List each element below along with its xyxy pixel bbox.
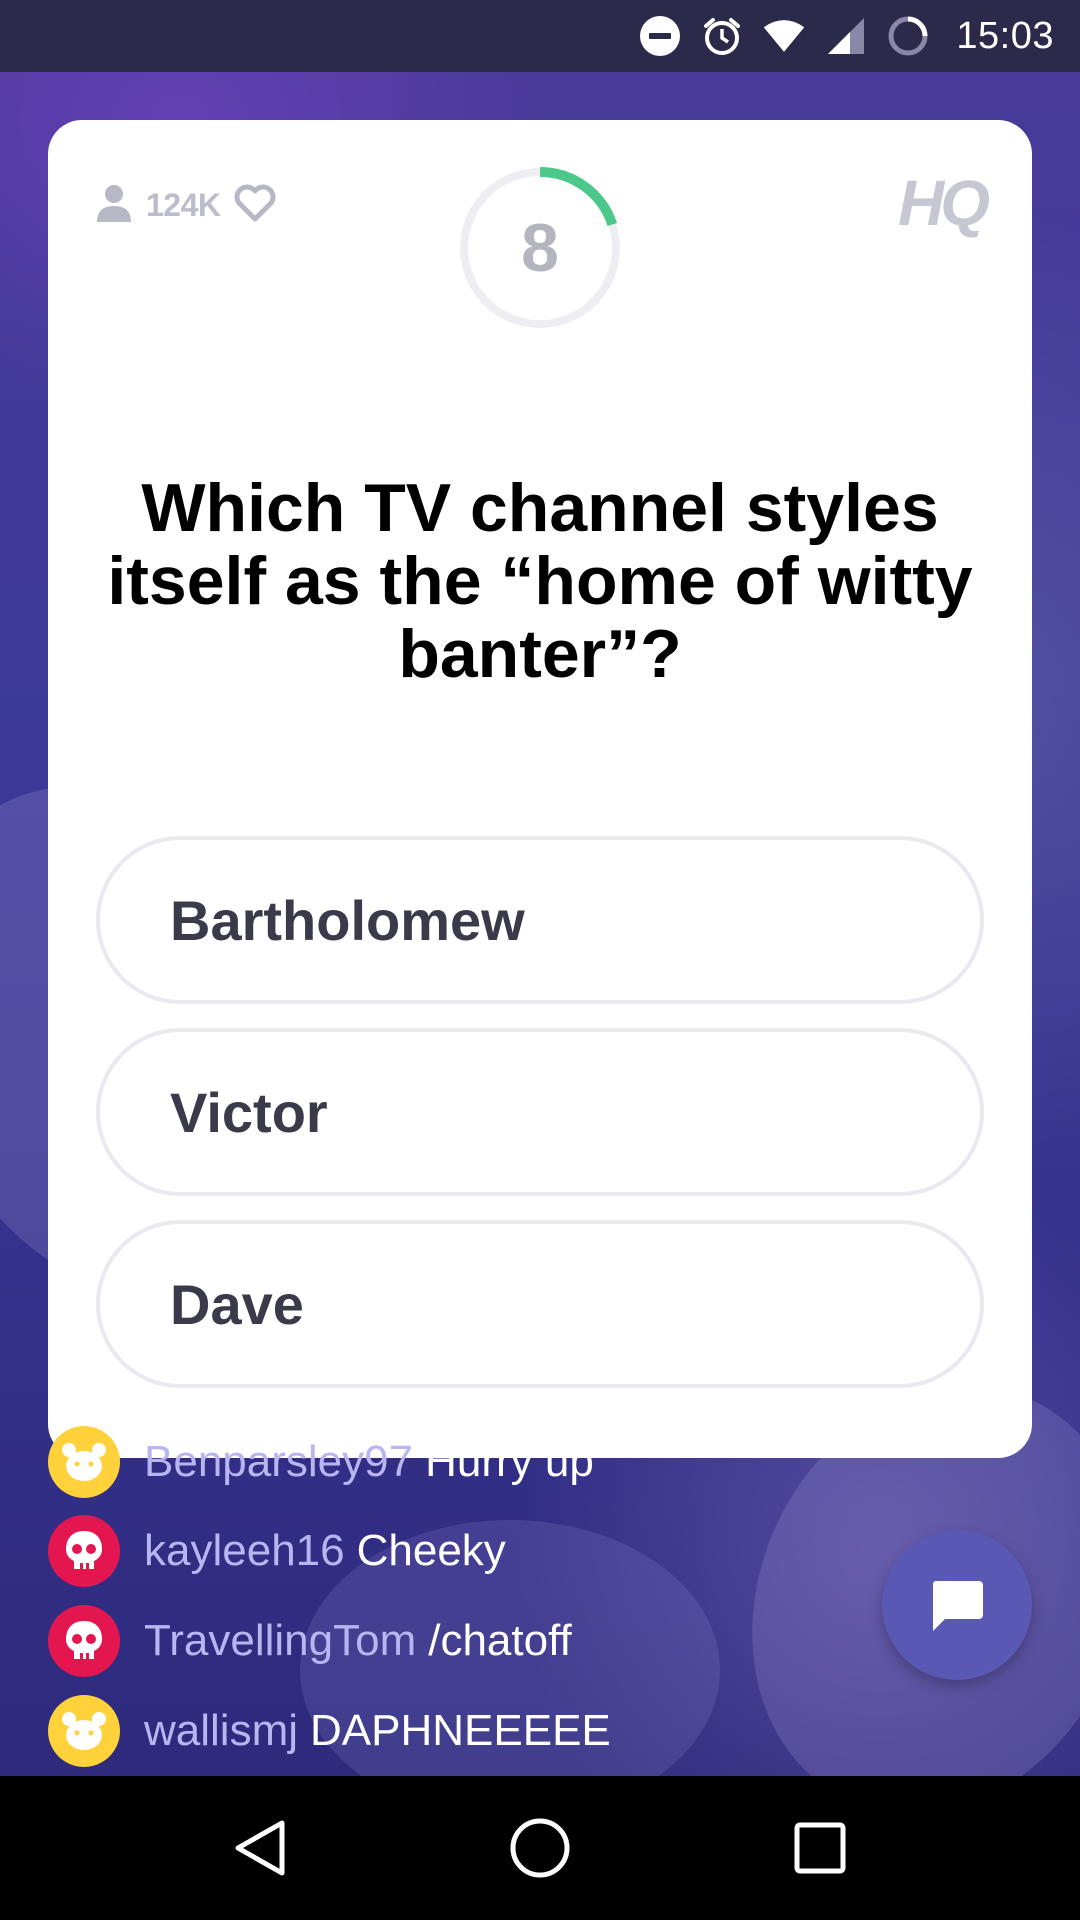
chat-username: kayleeh16 [144,1526,345,1575]
viewer-counter: 124K [94,182,277,229]
skull-icon [48,1515,120,1587]
timer-number: 8 [521,210,559,286]
question-text: Which TV channel styles itself as the “h… [107,470,973,692]
alarm-icon [700,14,744,58]
status-time: 15:03 [956,14,1054,57]
heart-icon[interactable] [233,183,277,228]
back-icon[interactable] [215,1803,305,1893]
question-card: 124K 8 HQ Which TV channel styles itself… [48,120,1032,1458]
skull-icon [48,1605,120,1677]
bear-icon [48,1695,120,1767]
chat-text: DAPHNEEEEE [310,1706,611,1755]
answer-option-3[interactable]: Dave [96,1220,984,1388]
answer-option-2[interactable]: Victor [96,1028,984,1196]
countdown-timer: 8 [458,166,622,330]
battery-charging-icon [886,14,930,58]
chat-message: wallismj DAPHNEEEEE [48,1695,611,1767]
chat-username: wallismj [144,1706,298,1755]
chat-button[interactable] [882,1530,1032,1680]
wifi-icon [762,14,806,58]
navigation-bar [0,1776,1080,1920]
person-icon [94,182,134,229]
do-not-disturb-icon [638,14,682,58]
chat-message: TravellingTom /chatoff [48,1605,572,1677]
home-icon[interactable] [495,1803,585,1893]
recents-icon[interactable] [775,1803,865,1893]
chat-text: /chatoff [428,1616,572,1665]
status-bar: 15:03 [0,0,1080,72]
chat-message: Benparsley97 Hurry up [48,1426,594,1498]
chat-username: Benparsley97 [144,1437,414,1486]
chat-text: Cheeky [356,1526,506,1575]
bear-icon [48,1426,120,1498]
viewer-count: 124K [146,187,221,223]
chat-text: Hurry up [425,1437,594,1486]
cell-signal-icon [824,14,868,58]
hq-logo: HQ [898,167,990,239]
chat-username: TravellingTom [144,1616,417,1665]
answer-option-1[interactable]: Bartholomew [96,836,984,1004]
chat-message: kayleeh16 Cheeky [48,1515,506,1587]
chat-bubble-icon [932,1581,983,1631]
